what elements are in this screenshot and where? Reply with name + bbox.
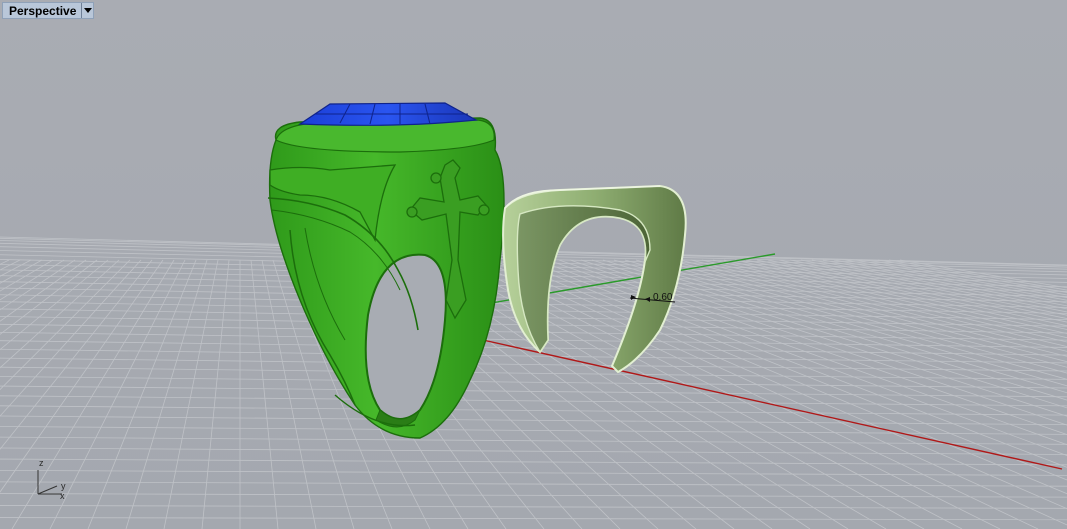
axis-label-y: y <box>61 481 66 491</box>
grid-line <box>49 259 186 529</box>
grid-line <box>0 505 1067 509</box>
axis-label-x: x <box>60 491 65 501</box>
grid-line <box>11 259 175 529</box>
viewport-title-tab[interactable]: Perspective <box>2 2 95 19</box>
grid-line <box>125 259 208 529</box>
dimension-value: 0.60 <box>653 292 673 303</box>
grid-line <box>163 259 219 529</box>
grid-line <box>0 376 1067 389</box>
grid-line <box>0 458 1067 466</box>
perspective-viewport[interactable]: Perspective 0.60 z x y <box>0 0 1067 529</box>
viewport-menu-button[interactable] <box>81 3 93 18</box>
scene-canvas[interactable]: 0.60 z x y <box>0 0 1067 529</box>
grid-line <box>0 493 1067 498</box>
grid-line <box>0 259 153 450</box>
grid-line <box>723 259 1067 339</box>
axis-label-z: z <box>39 458 44 468</box>
grid-line <box>0 259 21 271</box>
signet-ring[interactable] <box>267 117 505 439</box>
triangle-down-icon <box>83 7 92 13</box>
grid-line <box>745 259 1067 330</box>
open-band-piece[interactable] <box>502 184 687 374</box>
grid-line <box>0 259 32 277</box>
grid-line <box>0 259 10 265</box>
grid-line <box>0 447 1067 455</box>
grid-line <box>0 259 43 284</box>
grid-line <box>201 259 230 529</box>
viewport-title[interactable]: Perspective <box>3 3 81 18</box>
grid-line <box>844 259 1067 301</box>
grid-line <box>0 259 109 351</box>
grid-line <box>0 415 1067 426</box>
grid-line <box>250 259 279 529</box>
grid-line <box>0 395 1067 407</box>
grid-line <box>0 405 1067 416</box>
grid-line <box>470 259 1039 529</box>
grid-line <box>0 259 65 301</box>
grid-line <box>0 469 1067 476</box>
gemstone[interactable] <box>298 102 478 126</box>
grid-line <box>0 259 54 292</box>
grid-line <box>0 259 87 322</box>
